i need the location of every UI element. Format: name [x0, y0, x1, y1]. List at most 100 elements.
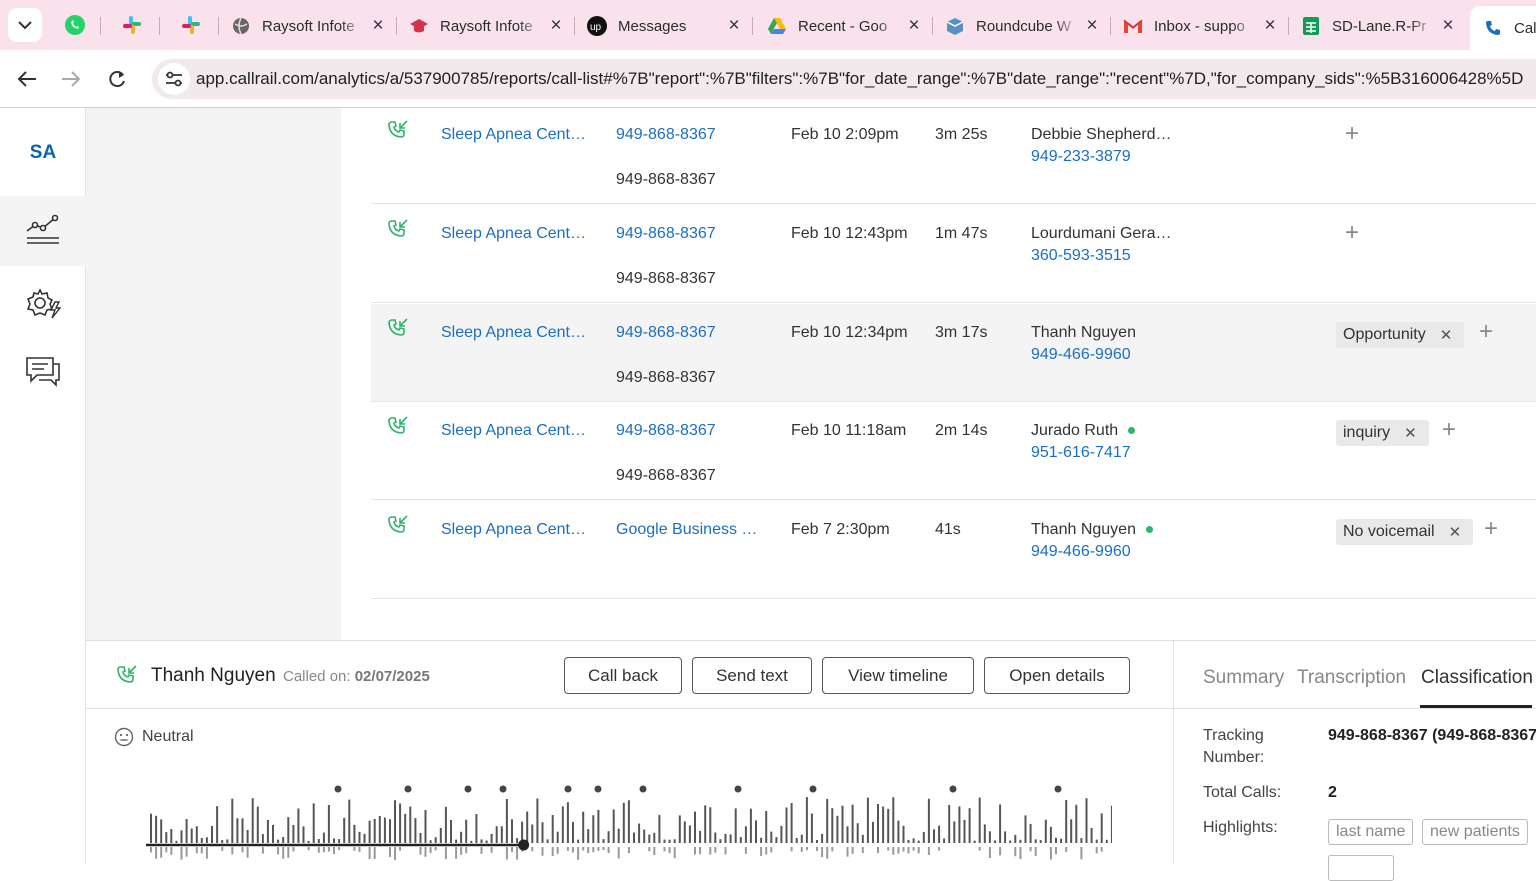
tab-callrail-active[interactable]: Call — [1470, 6, 1536, 50]
waveform-bar — [236, 818, 239, 843]
waveform-bar — [821, 833, 824, 843]
pinned-tab-whatsapp[interactable] — [61, 12, 89, 38]
tab-roundcube[interactable]: Roundcube W × — [944, 10, 1104, 42]
close-icon[interactable]: × — [1436, 15, 1460, 37]
audio-waveform[interactable] — [146, 781, 1112, 865]
call-date: Feb 10 11:18am — [791, 422, 907, 439]
waveform-bar — [439, 828, 442, 843]
waveform-bar — [658, 814, 661, 843]
site-info-button[interactable] — [158, 63, 190, 95]
waveform-bar — [856, 823, 859, 843]
waveform-bar-lower — [429, 847, 432, 854]
close-icon[interactable]: × — [1258, 15, 1282, 37]
tracking-number-link[interactable]: Google Business … — [616, 521, 757, 539]
tab-search-button[interactable] — [8, 8, 42, 42]
waveform-bar-lower — [195, 847, 198, 854]
close-icon[interactable]: × — [366, 15, 390, 37]
url-text[interactable]: app.callrail.com/analytics/a/537900785/r… — [196, 69, 1523, 89]
call-row[interactable]: Sleep Apnea Cent… 949-868-8367 949-868-836… — [371, 402, 1536, 500]
tab-gmail[interactable]: Inbox - suppo × — [1122, 10, 1282, 42]
waveform-bar — [389, 819, 391, 843]
tab-messages[interactable]: up Messages × — [586, 10, 746, 42]
call-row[interactable]: Sleep Apnea Cent… 949-868-8367 949-868-836… — [371, 205, 1536, 303]
tracking-number-link[interactable]: 949-868-8367 — [616, 225, 716, 243]
waveform-bar — [358, 831, 361, 843]
reload-button[interactable] — [100, 62, 134, 96]
waveform-bar-lower — [327, 847, 330, 852]
waveform-bar-lower — [663, 847, 666, 852]
waveform-bar-lower — [322, 847, 325, 853]
highlight-tag[interactable]: last name — [1328, 819, 1414, 845]
call-source-link[interactable]: Sleep Apnea Cent… — [441, 225, 586, 243]
waveform-bar-lower — [607, 847, 610, 854]
pinned-tab-slack-1[interactable] — [118, 12, 146, 38]
waveform-bar-lower — [851, 847, 854, 854]
call-row[interactable]: Sleep Apnea Cent… 949-868-8367 949-868-836… — [371, 108, 1536, 204]
waveform-bar — [546, 839, 549, 843]
tracking-number-link[interactable]: 949-868-8367 — [616, 126, 716, 144]
close-icon[interactable]: × — [1080, 15, 1104, 37]
tab-google-drive[interactable]: Recent - Goo × — [766, 10, 926, 42]
remove-tag-icon[interactable]: ✕ — [1449, 523, 1462, 541]
caller-phone-link[interactable]: 949-466-9960 — [1031, 543, 1131, 561]
pinned-tab-slack-2[interactable] — [177, 12, 205, 38]
caller-phone-link[interactable]: 360-593-3515 — [1031, 247, 1131, 265]
omnibox[interactable]: app.callrail.com/analytics/a/537900785/r… — [152, 59, 1536, 99]
caller-phone-link[interactable]: 949-233-3879 — [1031, 148, 1131, 166]
open-details-button[interactable]: Open details — [984, 657, 1130, 694]
tracking-number-value: 949-868-8367 (949-868-8367 — [1328, 727, 1536, 744]
waveform-bar — [460, 831, 463, 843]
send-text-button[interactable]: Send text — [692, 657, 812, 694]
call-source-link[interactable]: Sleep Apnea Cent… — [441, 324, 586, 342]
waveform-bar — [322, 832, 325, 843]
remove-tag-icon[interactable]: ✕ — [1440, 326, 1453, 344]
tab-raysoft-1[interactable]: Raysoft Infote × — [230, 10, 390, 42]
company-logo[interactable]: SA — [0, 142, 86, 164]
back-button[interactable] — [10, 62, 44, 96]
call-back-button[interactable]: Call back — [564, 657, 682, 694]
close-icon[interactable]: × — [544, 15, 568, 37]
call-source-link[interactable]: Sleep Apnea Cent… — [441, 521, 586, 539]
highlight-tag-partial[interactable] — [1328, 855, 1394, 881]
call-source-link[interactable]: Sleep Apnea Cent… — [441, 422, 586, 440]
tab-raysoft-2[interactable]: Raysoft Infote × — [408, 10, 568, 42]
waveform-marker — [639, 785, 647, 793]
add-tag-button[interactable]: + — [1345, 219, 1359, 247]
waveform-bar-lower — [1034, 847, 1037, 856]
call-source-link[interactable]: Sleep Apnea Cent… — [441, 126, 586, 144]
add-tag-button[interactable]: + — [1484, 515, 1498, 543]
sidebar-item-settings[interactable] — [0, 268, 86, 338]
call-row[interactable]: Sleep Apnea Cent… 949-868-8367 949-868-836… — [371, 304, 1536, 402]
tracking-number-link[interactable]: 949-868-8367 — [616, 324, 716, 342]
forward-button[interactable] — [54, 62, 88, 96]
waveform-bar-lower — [978, 847, 981, 851]
callrail-icon — [1482, 18, 1504, 38]
call-row[interactable]: Sleep Apnea Cent… Google Business … Feb 7 … — [371, 501, 1536, 599]
remove-tag-icon[interactable]: ✕ — [1404, 424, 1417, 442]
waveform-bar — [622, 802, 625, 843]
waveform-bar — [836, 815, 839, 843]
sidebar-item-analytics[interactable] — [0, 196, 86, 266]
add-tag-button[interactable]: + — [1442, 416, 1456, 444]
call-date: Feb 10 12:34pm — [791, 324, 908, 341]
waveform-bar — [556, 831, 559, 843]
add-tag-button[interactable]: + — [1345, 120, 1359, 148]
close-icon[interactable]: × — [902, 15, 926, 37]
add-tag-button[interactable]: + — [1479, 318, 1493, 346]
tracking-number-link[interactable]: 949-868-8367 — [616, 422, 716, 440]
waveform-bar-lower — [160, 847, 163, 858]
tab-classification[interactable]: Classification — [1421, 667, 1533, 689]
tab-summary[interactable]: Summary — [1203, 667, 1284, 689]
waveform-bar — [383, 817, 386, 843]
caller-phone-link[interactable]: 951-616-7417 — [1031, 444, 1131, 462]
waveform-bar — [455, 839, 458, 843]
view-timeline-button[interactable]: View timeline — [822, 657, 974, 694]
waveform-bar-lower — [760, 847, 763, 856]
sidebar-item-conversations[interactable] — [0, 336, 86, 406]
highlight-tag[interactable]: new patients — [1422, 819, 1528, 845]
close-icon[interactable]: × — [722, 15, 746, 37]
waveform-bar — [627, 800, 630, 843]
tab-transcription[interactable]: Transcription — [1297, 667, 1406, 689]
tab-google-sheets[interactable]: SD-Lane.R-Pr × — [1300, 10, 1460, 42]
caller-phone-link[interactable]: 949-466-9960 — [1031, 346, 1131, 364]
